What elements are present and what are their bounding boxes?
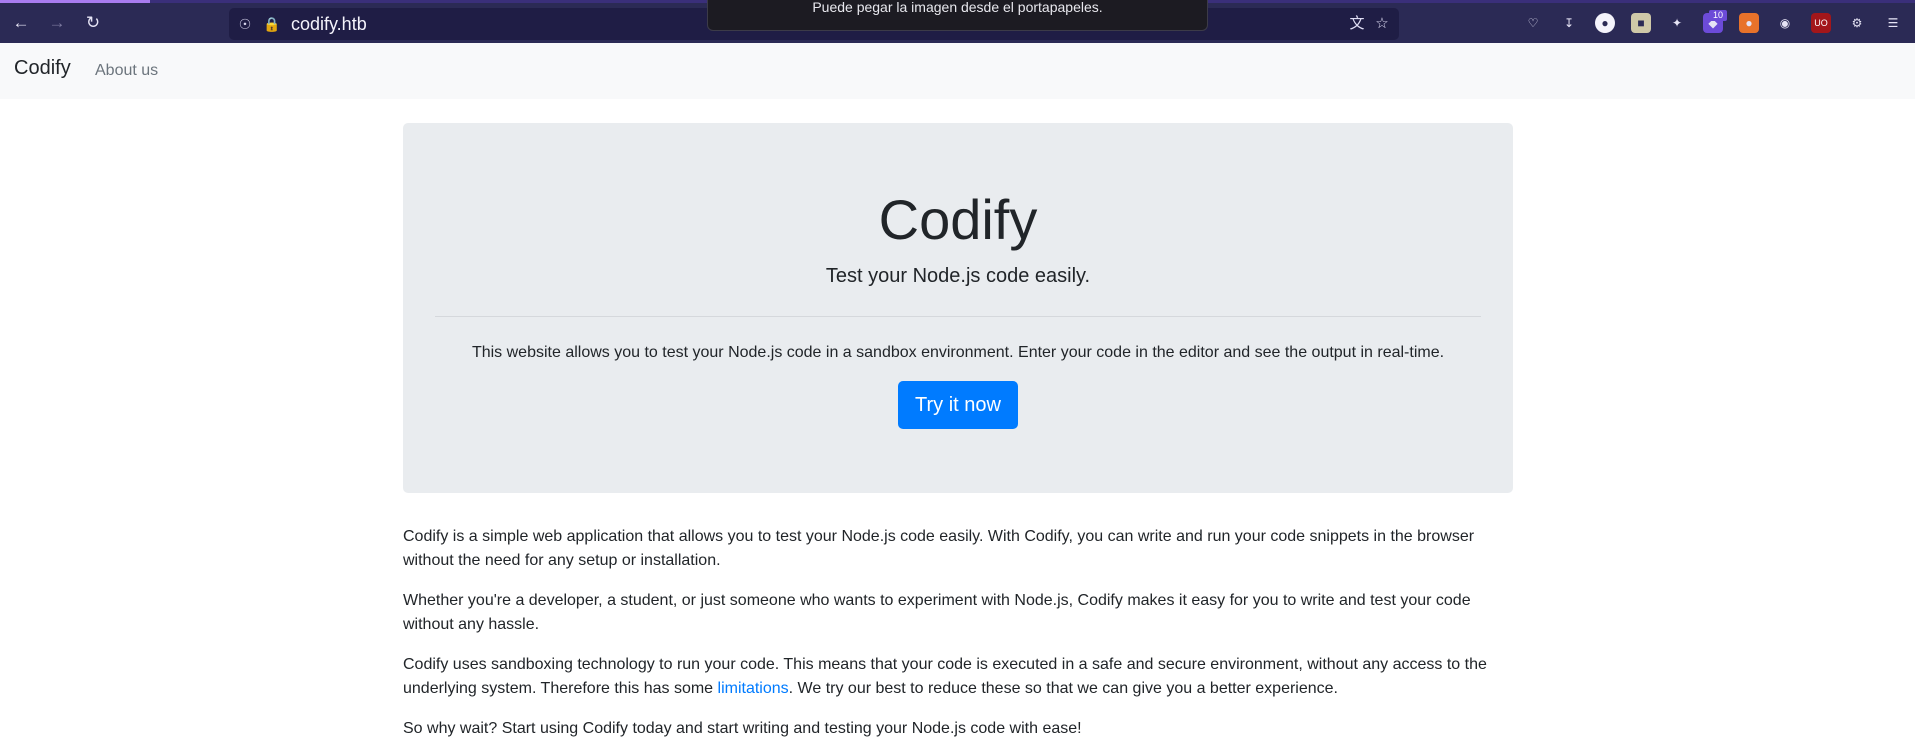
download-icon[interactable]: ↧ [1559,13,1579,33]
extension-icon[interactable]: ■ [1631,13,1651,33]
sandbox-paragraph: Codify uses sandboxing technology to run… [403,653,1513,701]
nav-about-us[interactable]: About us [95,62,158,80]
clipboard-toast: Puede pegar la imagen desde el portapape… [707,0,1208,31]
try-it-now-button[interactable]: Try it now [898,381,1018,429]
closing-paragraph: So why wait? Start using Codify today an… [403,720,1082,737]
url-text[interactable]: codify.htb [291,14,367,35]
extension-badge: 10 [1709,10,1727,21]
hero-lead: Test your Node.js code easily. [825,265,1091,287]
hero-description: This website allows you to test your Nod… [471,344,1445,361]
reload-icon[interactable]: ↻ [82,12,104,34]
translate-icon[interactable]: 文 [1347,15,1367,33]
puzzle-icon[interactable]: ⚙ [1847,13,1867,33]
pocket-icon[interactable]: ♡ [1523,13,1543,33]
hero-title: Codify [878,188,1038,251]
limitations-link[interactable]: limitations [718,680,789,697]
site-navbar: Codify About us [0,43,1915,99]
brand-link[interactable]: Codify [14,57,71,80]
active-tab-indicator [0,0,150,3]
menu-icon[interactable]: ☰ [1883,13,1903,33]
sandbox-text-end: . We try our best to reduce these so tha… [788,680,1338,697]
audience-paragraph: Whether you're a developer, a student, o… [403,592,1471,633]
shield-icon[interactable]: ☉ [236,15,254,33]
account-icon[interactable]: ● [1595,13,1615,33]
arrow-left-icon[interactable]: ← [10,12,32,34]
intro-paragraph: Codify is a simple web application that … [403,528,1475,569]
extension-icon[interactable]: ✦ [1667,13,1687,33]
extension-icon[interactable]: ● [1739,13,1759,33]
divider [435,316,1481,317]
lock-icon[interactable]: 🔒 [263,15,281,33]
arrow-right-icon[interactable]: → [46,12,68,34]
star-icon[interactable]: ☆ [1372,15,1392,33]
hero-jumbotron: Codify Test your Node.js code easily. Th… [403,123,1513,493]
ublock-icon[interactable]: UO [1811,13,1831,33]
cookie-icon[interactable]: ◉ [1775,13,1795,33]
